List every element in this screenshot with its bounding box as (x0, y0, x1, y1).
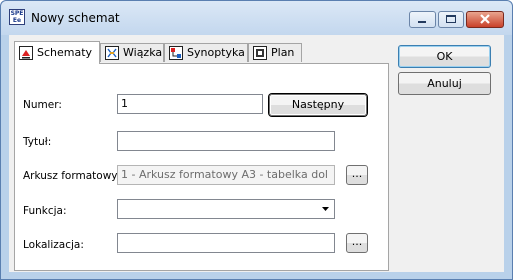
tab-label: Schematy (37, 46, 93, 59)
numer-input[interactable]: 1 (117, 94, 263, 114)
tab-label: Plan (271, 46, 295, 59)
numer-label: Numer: (23, 99, 62, 111)
next-button[interactable]: Następny (269, 94, 367, 116)
cancel-button[interactable]: Anuluj (398, 72, 491, 95)
maximize-button[interactable] (438, 11, 464, 28)
harness-icon (105, 46, 119, 60)
arkusz-browse-button[interactable]: ... (346, 165, 368, 185)
funkcja-select[interactable] (117, 199, 335, 219)
window-title: Nowy schemat (31, 11, 120, 25)
tab-plan[interactable]: Plan (248, 43, 302, 62)
tab-panel-schematy: Numer: 1 Następny Tytuł: Arkusz formatow… (14, 63, 389, 271)
arkusz-input: 1 - Arkusz formatowy A3 - tabelka dol (117, 165, 335, 185)
minimize-button[interactable] (409, 11, 436, 28)
title-bar[interactable]: SPE Ee Nowy schemat (1, 1, 512, 35)
tab-label: Wiązka (123, 46, 163, 59)
dialog-client: Schematy Wiązka Synoptyka Plan Numer: 1 … (9, 35, 504, 272)
schemat-icon (19, 46, 33, 60)
tytul-input[interactable] (117, 131, 335, 151)
chevron-down-icon[interactable] (318, 201, 333, 217)
arkusz-label: Arkusz formatowy: (23, 170, 121, 182)
tab-schematy[interactable]: Schematy (14, 41, 100, 64)
plan-icon (253, 46, 267, 60)
dialog-window: SPE Ee Nowy schemat Schematy Wiązka Syno… (0, 0, 513, 280)
close-icon (480, 14, 490, 24)
maximize-icon (446, 15, 456, 23)
funkcja-label: Funkcja: (23, 205, 67, 217)
tab-synoptyka[interactable]: Synoptyka (164, 43, 248, 62)
app-icon: SPE Ee (9, 9, 25, 25)
minimize-icon (418, 21, 426, 23)
lokalizacja-label: Lokalizacja: (23, 239, 84, 251)
close-button[interactable] (466, 11, 504, 28)
tab-label: Synoptyka (187, 46, 245, 59)
tab-wiazka[interactable]: Wiązka (100, 43, 164, 62)
lokalizacja-input[interactable] (117, 233, 335, 253)
tytul-label: Tytuł: (23, 136, 52, 148)
synoptic-icon (169, 46, 183, 60)
lokalizacja-browse-button[interactable]: ... (346, 233, 368, 253)
ok-button[interactable]: OK (398, 45, 491, 68)
